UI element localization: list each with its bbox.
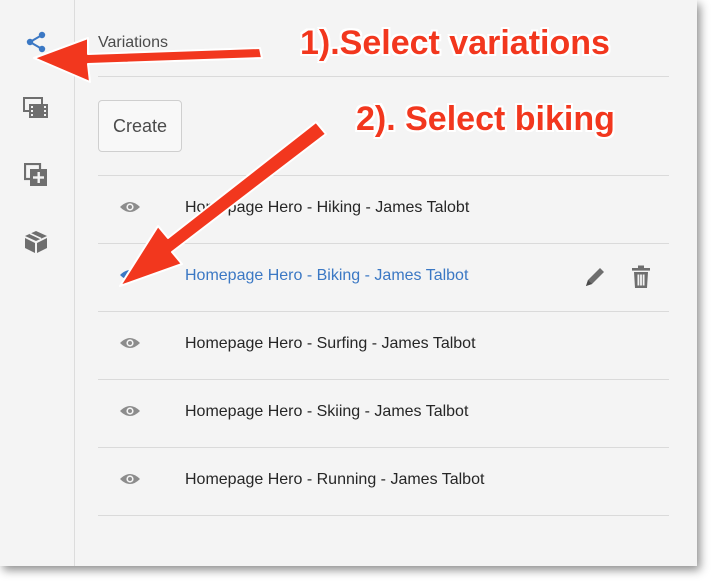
package-icon[interactable]	[22, 228, 50, 256]
variations-panel: Variations Create Homepage Hero - Hiking…	[75, 0, 697, 566]
left-rail	[0, 0, 75, 566]
trash-icon[interactable]	[628, 264, 654, 290]
eye-icon[interactable]	[119, 472, 141, 486]
divider	[98, 76, 669, 77]
panel-title: Variations	[98, 34, 168, 51]
add-layer-icon[interactable]	[22, 161, 50, 189]
variation-label[interactable]: Homepage Hero - Hiking - James Talobt	[185, 199, 469, 217]
eye-icon[interactable]	[119, 268, 141, 282]
eye-icon[interactable]	[119, 200, 141, 214]
variations-list: Homepage Hero - Hiking - James Talobt Ho…	[98, 175, 669, 516]
share-icon[interactable]	[22, 28, 50, 56]
annotation-step-1: 1).Select variations	[300, 24, 610, 62]
assets-icon[interactable]	[22, 94, 50, 122]
app-window: Variations Create Homepage Hero - Hiking…	[0, 0, 697, 566]
pencil-icon[interactable]	[582, 264, 608, 290]
variation-row-biking[interactable]: Homepage Hero - Biking - James Talbot	[98, 243, 669, 311]
variation-row-surfing[interactable]: Homepage Hero - Surfing - James Talbot	[98, 311, 669, 379]
variation-label[interactable]: Homepage Hero - Skiing - James Talbot	[185, 403, 468, 421]
eye-icon[interactable]	[119, 336, 141, 350]
eye-icon[interactable]	[119, 404, 141, 418]
annotation-step-2: 2). Select biking	[356, 100, 615, 138]
variation-row-running[interactable]: Homepage Hero - Running - James Talbot	[98, 447, 669, 516]
create-button[interactable]: Create	[98, 100, 182, 152]
variation-label[interactable]: Homepage Hero - Running - James Talbot	[185, 471, 484, 489]
variation-row-hiking[interactable]: Homepage Hero - Hiking - James Talobt	[98, 175, 669, 243]
variation-label[interactable]: Homepage Hero - Surfing - James Talbot	[185, 335, 476, 353]
variation-row-skiing[interactable]: Homepage Hero - Skiing - James Talbot	[98, 379, 669, 447]
variation-label[interactable]: Homepage Hero - Biking - James Talbot	[185, 267, 468, 285]
